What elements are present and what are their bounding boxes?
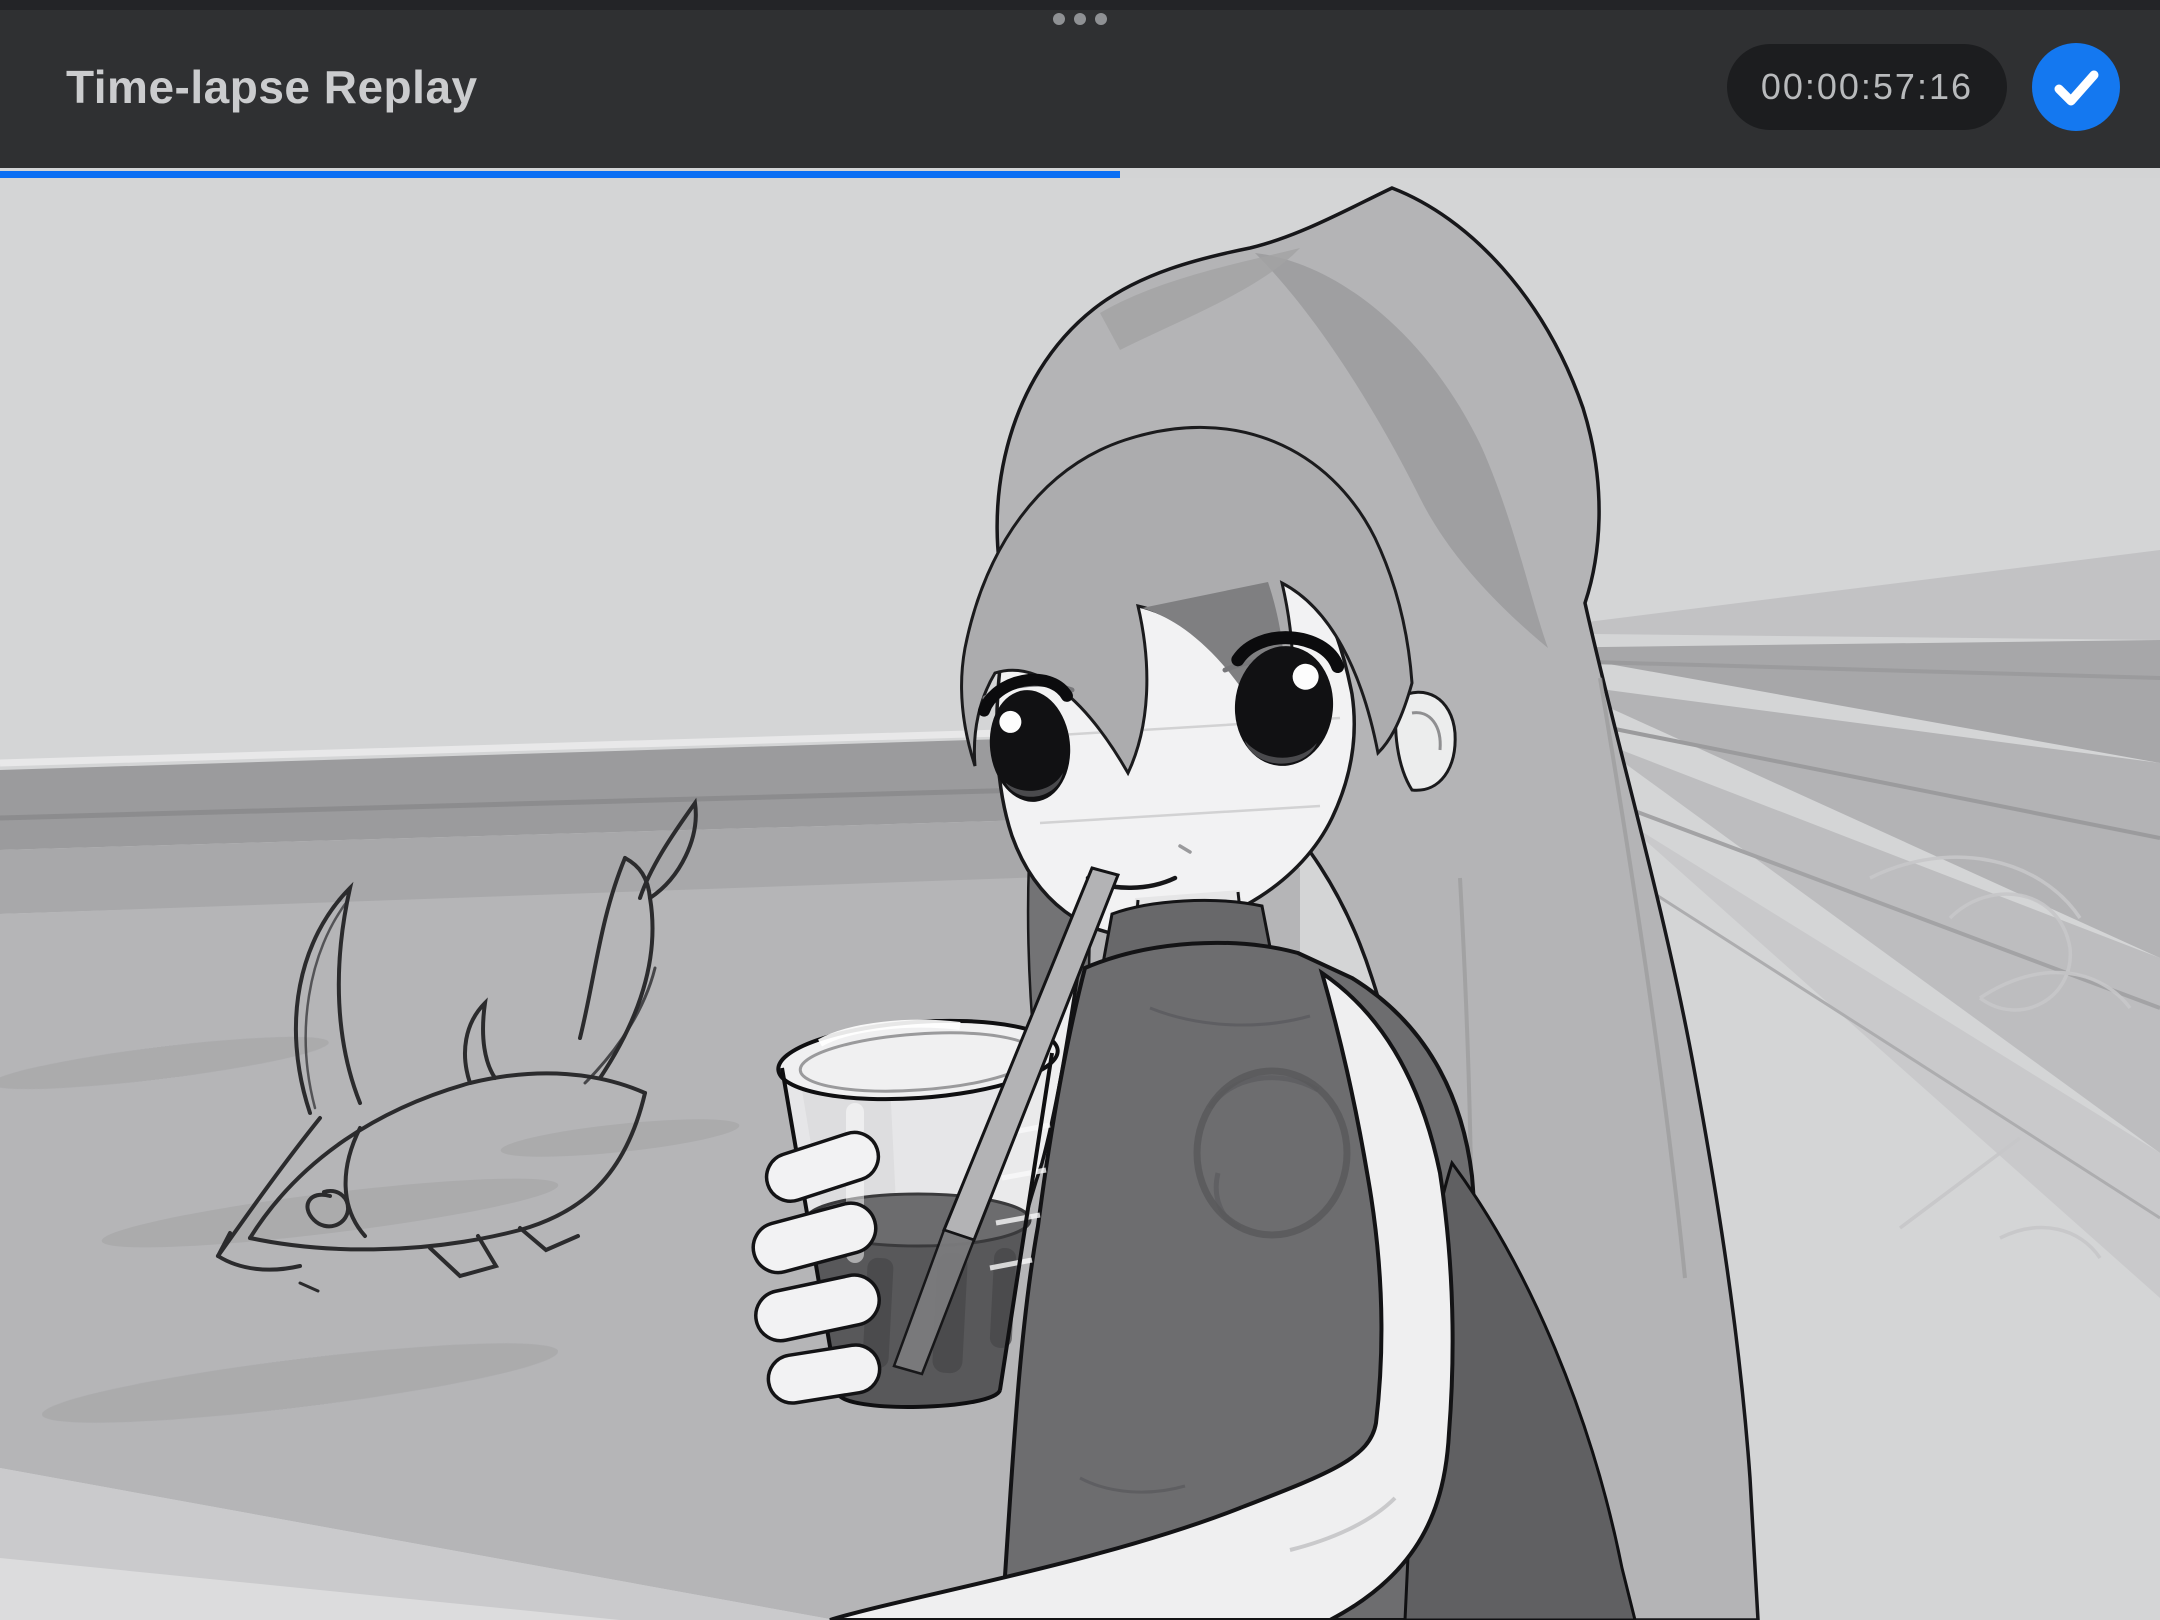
page-title: Time-lapse Replay [66, 61, 478, 113]
replay-progress-bar[interactable] [0, 168, 2160, 181]
handle-dot [1053, 13, 1065, 25]
handle-dot [1074, 13, 1086, 25]
header-bar: Time-lapse Replay 00:00:57:16 [0, 0, 2160, 168]
artwork-illustration [0, 178, 2160, 1620]
checkmark-icon [2032, 43, 2120, 131]
ellipsis-handle-icon[interactable] [1053, 13, 1107, 25]
replay-artwork-canvas[interactable] [0, 178, 2160, 1620]
timecode-badge: 00:00:57:16 [1726, 44, 2007, 130]
timecode-text: 00:00:57:16 [1760, 66, 1973, 107]
timelapse-replay-screen: Time-lapse Replay 00:00:57:16 [0, 0, 2160, 1620]
confirm-done-button[interactable] [2032, 43, 2120, 131]
handle-dot [1095, 13, 1107, 25]
